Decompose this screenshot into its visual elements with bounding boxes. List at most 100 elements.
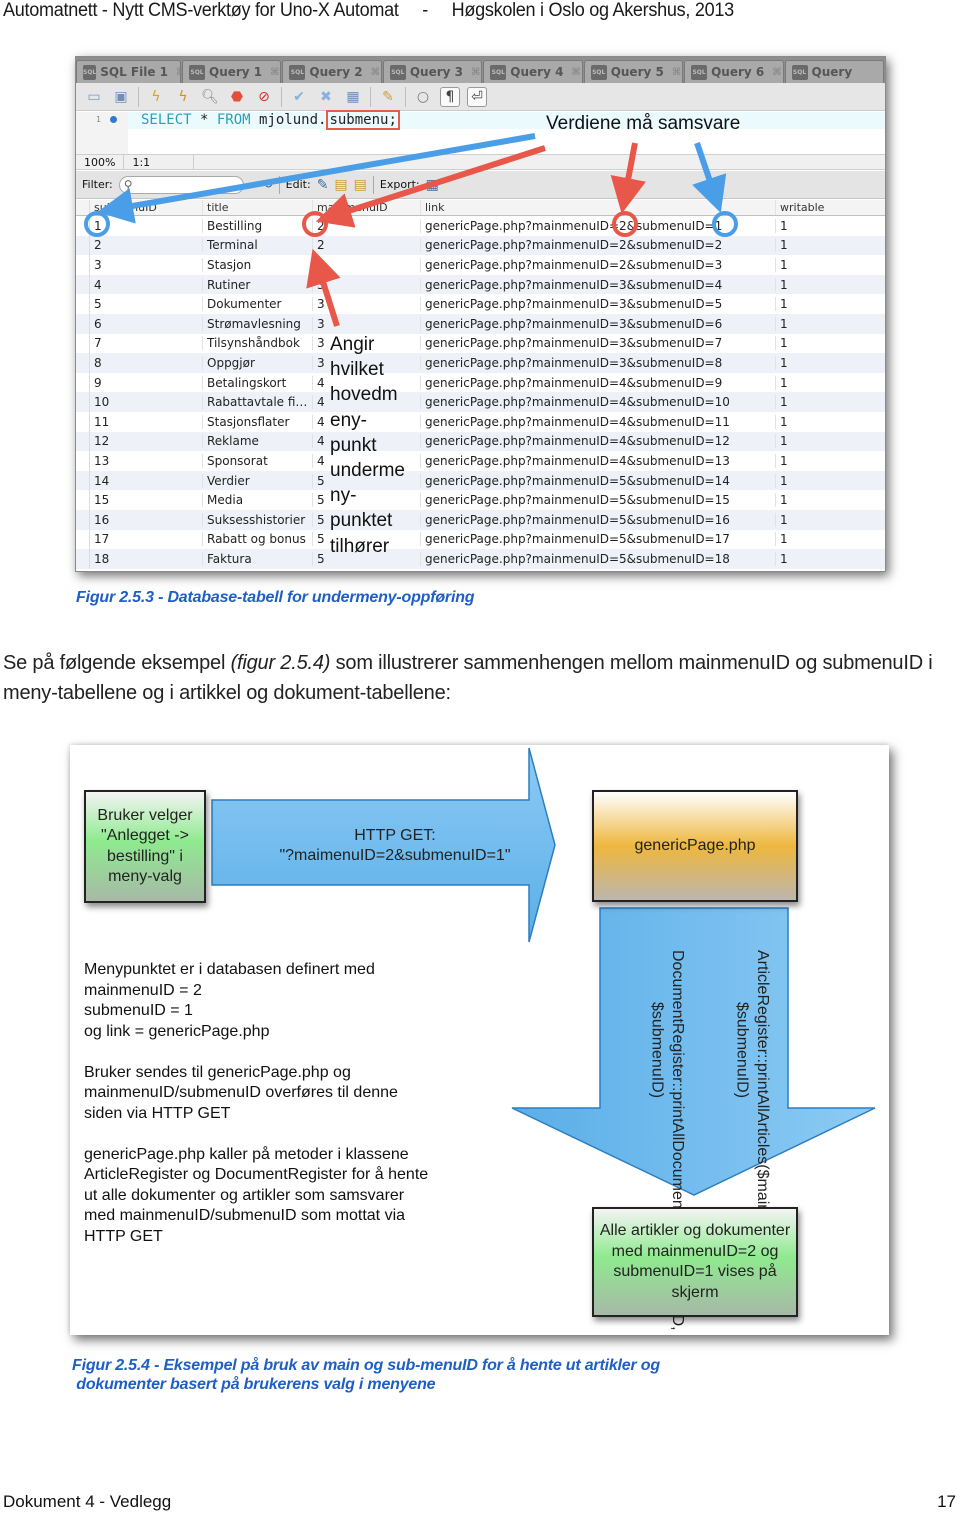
table-row[interactable]: 1 Bestilling 2 genericPage.php?mainmenuID=2… — [76, 216, 885, 236]
table-cell[interactable]: Media — [202, 493, 312, 508]
table-cell[interactable]: 1 — [775, 473, 885, 488]
row-marker[interactable] — [76, 470, 90, 491]
beautify-icon[interactable]: ✎ — [378, 87, 398, 107]
table-cell[interactable]: 2 — [312, 218, 420, 233]
table-cell[interactable]: 6 — [90, 317, 202, 331]
table-cell[interactable]: 4 — [90, 278, 202, 292]
zoom-level[interactable]: 100% — [76, 155, 125, 169]
commit-icon[interactable]: ✔ — [289, 87, 309, 107]
row-marker[interactable] — [76, 451, 90, 471]
table-cell[interactable]: genericPage.php?mainmenuID=2&submenuID=3 — [420, 257, 775, 272]
row-marker[interactable] — [76, 353, 90, 373]
toggle-error-icon[interactable]: ⊘ — [254, 87, 274, 107]
table-cell[interactable]: 3 — [312, 277, 420, 292]
table-cell[interactable]: 1 — [775, 395, 885, 410]
table-cell[interactable]: genericPage.php?mainmenuID=5&submenuID=1… — [420, 473, 775, 488]
table-cell[interactable]: genericPage.php?mainmenuID=3&submenuID=5 — [420, 297, 775, 312]
sql-editor[interactable]: 1 SELECT * FROM mjolund. submenu; — [76, 110, 885, 154]
table-cell[interactable]: genericPage.php?mainmenuID=2&submenuID=1 — [420, 218, 775, 233]
table-cell[interactable]: 9 — [90, 376, 202, 390]
wrap-icon[interactable]: ⏎ — [467, 86, 487, 107]
save-icon[interactable]: ▣ — [111, 87, 131, 107]
table-cell[interactable]: 1 — [90, 219, 202, 233]
table-cell[interactable]: 1 — [775, 493, 885, 508]
table-cell[interactable]: Reklame — [202, 434, 312, 449]
table-cell[interactable]: 1 — [775, 453, 885, 468]
invisible-chars-icon[interactable]: ¶ — [440, 86, 460, 107]
table-cell[interactable]: Dokumenter — [202, 297, 312, 312]
row-marker[interactable] — [76, 411, 90, 432]
table-cell[interactable]: 1 — [775, 355, 885, 370]
table-row[interactable]: 7 Tilsynshåndbok 3 genericPage.php?mainmenu… — [76, 333, 885, 354]
table-cell[interactable]: 12 — [90, 434, 202, 448]
table-cell[interactable]: genericPage.php?mainmenuID=5&submenuID=1… — [420, 551, 775, 566]
table-cell[interactable]: Terminal — [202, 238, 312, 253]
table-cell[interactable]: 1 — [775, 316, 885, 331]
table-cell[interactable]: genericPage.php?mainmenuID=4&submenuID=1… — [420, 434, 775, 449]
table-cell[interactable]: 1 — [775, 434, 885, 449]
table-row[interactable]: 17 Rabatt og bonus 5 genericPage.php?mainme… — [76, 529, 885, 550]
table-cell[interactable]: genericPage.php?mainmenuID=4&submenuID=1… — [420, 414, 775, 429]
close-tab-icon[interactable]: ⌘ — [471, 67, 480, 78]
table-cell[interactable]: 18 — [90, 552, 202, 566]
table-cell[interactable]: 3 — [90, 258, 202, 272]
table-cell[interactable]: Rabattavtale fi… — [202, 395, 312, 410]
table-row[interactable]: 4 Rutiner 3 genericPage.php?mainmenuID=3&su… — [76, 274, 885, 295]
row-marker[interactable] — [76, 392, 90, 412]
query-tab[interactable]: SQL Query 1 ⌘ — [182, 60, 282, 83]
find-icon[interactable]: ○ — [413, 87, 433, 107]
table-row[interactable]: 13 Sponsorat 4 genericPage.php?mainmenuID=4… — [76, 451, 885, 471]
table-row[interactable]: 9 Betalingskort 4 genericPage.php?mainmenuI… — [76, 372, 885, 393]
row-marker[interactable] — [76, 529, 90, 550]
table-cell[interactable]: 1 — [775, 414, 885, 429]
table-row[interactable]: 18 Faktura 5 genericPage.php?mainmenuID=5&s… — [76, 549, 885, 569]
table-cell[interactable]: 11 — [90, 415, 202, 429]
table-cell[interactable]: 8 — [90, 356, 202, 370]
table-cell[interactable]: 1 — [775, 532, 885, 547]
table-cell[interactable]: 3 — [312, 316, 420, 331]
table-cell[interactable]: genericPage.php?mainmenuID=3&submenuID=4 — [420, 277, 775, 292]
execute-icon[interactable]: ϟ — [146, 87, 166, 107]
delete-row-icon[interactable]: ▤ — [354, 177, 367, 193]
table-row[interactable]: 14 Verdier 5 genericPage.php?mainmenuID=5&s… — [76, 470, 885, 491]
table-cell[interactable]: 2 — [90, 238, 202, 252]
table-cell[interactable]: genericPage.php?mainmenuID=2&submenuID=2 — [420, 238, 775, 253]
row-marker[interactable] — [76, 431, 90, 452]
column-header[interactable]: writable — [775, 200, 885, 215]
query-tab[interactable]: SQL Query 6 ⌘ — [684, 60, 784, 83]
table-cell[interactable]: 13 — [90, 454, 202, 468]
table-cell[interactable]: genericPage.php?mainmenuID=4&submenuID=9 — [420, 375, 775, 390]
row-marker[interactable] — [76, 509, 90, 530]
stop-icon[interactable]: ⬣ — [227, 87, 247, 107]
row-marker[interactable] — [76, 216, 90, 236]
table-row[interactable]: 3 Stasjon 2 genericPage.php?mainmenuID=2&su… — [76, 255, 885, 275]
close-tab-icon[interactable]: ⌘ — [571, 67, 580, 78]
close-tab-icon[interactable]: ⌘ — [371, 67, 380, 78]
column-header[interactable]: title — [202, 200, 312, 215]
table-cell[interactable]: Stasjon — [202, 257, 312, 272]
table-cell[interactable]: 14 — [90, 474, 202, 488]
table-row[interactable]: 11 Stasjonsflater 4 genericPage.php?mainmen… — [76, 411, 885, 432]
table-cell[interactable]: Bestilling — [202, 218, 312, 233]
table-cell[interactable]: genericPage.php?mainmenuID=5&submenuID=1… — [420, 493, 775, 508]
row-marker[interactable] — [76, 549, 90, 569]
table-cell[interactable]: Betalingskort — [202, 375, 312, 390]
table-cell[interactable]: 7 — [90, 336, 202, 350]
table-cell[interactable]: genericPage.php?mainmenuID=3&submenuID=7 — [420, 336, 775, 351]
query-tab[interactable]: SQL Query 3 ⌘ — [382, 60, 483, 83]
row-marker[interactable] — [76, 313, 90, 334]
table-cell[interactable]: Strømavlesning — [202, 316, 312, 331]
table-cell[interactable]: 1 — [775, 375, 885, 390]
table-cell[interactable]: 16 — [90, 513, 202, 527]
table-cell[interactable]: 5 — [90, 297, 202, 311]
folder-icon[interactable]: ▭ — [84, 87, 104, 107]
row-marker[interactable] — [76, 235, 90, 256]
table-cell[interactable]: 1 — [775, 238, 885, 253]
table-row[interactable]: 8 Oppgjør 3 genericPage.php?mainmenuID=3&su… — [76, 353, 885, 373]
table-cell[interactable]: genericPage.php?mainmenuID=4&submenuID=1… — [420, 395, 775, 410]
table-cell[interactable]: 1 — [775, 257, 885, 272]
table-cell[interactable]: Stasjonsflater — [202, 414, 312, 429]
row-marker[interactable] — [76, 490, 90, 510]
row-marker[interactable] — [76, 372, 90, 393]
query-tab[interactable]: SQL Query 5 ⌘ — [583, 60, 684, 83]
